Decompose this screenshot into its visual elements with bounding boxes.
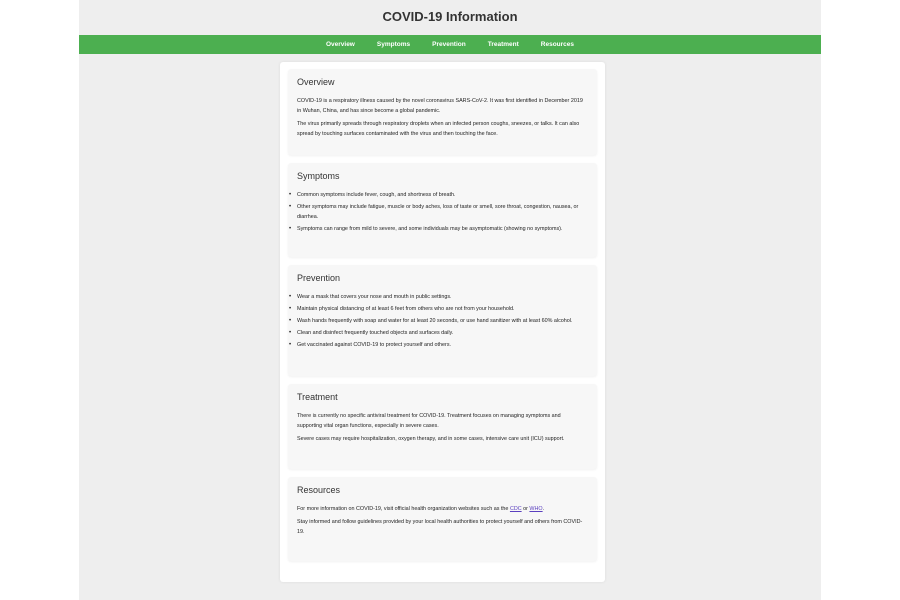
nav-link-resources[interactable]: Resources [541, 41, 574, 48]
section-title-prevention: Prevention [297, 273, 341, 283]
resources-paragraph: For more information on COVID-19, visit … [297, 504, 587, 514]
treatment-paragraph: There is currently no specific antiviral… [297, 413, 561, 429]
resources-paragraph: Stay informed and follow guidelines prov… [297, 519, 583, 535]
section-resources: Resources For more information on COVID-… [288, 477, 597, 561]
site-header: COVID-19 Information [79, 0, 821, 35]
list-item: Wear a mask that covers your nose and mo… [289, 292, 587, 302]
main-content: Overview COVID-19 is a respiratory illne… [280, 62, 605, 582]
section-title-resources: Resources [297, 485, 341, 495]
main-navbar: Overview Symptoms Prevention Treatment R… [79, 35, 821, 54]
page-title: COVID-19 Information [382, 9, 518, 24]
symptoms-list: Common symptoms include fever, cough, an… [289, 190, 587, 234]
nav-link-prevention[interactable]: Prevention [432, 41, 466, 48]
resources-intro-text: For more information on COVID-19, visit … [297, 506, 510, 512]
section-title-symptoms: Symptoms [297, 171, 340, 181]
list-item: Symptoms can range from mild to severe, … [289, 224, 587, 234]
list-item: Maintain physical distancing of at least… [289, 304, 587, 314]
prevention-list: Wear a mask that covers your nose and mo… [289, 292, 587, 350]
section-treatment: Treatment There is currently no specific… [288, 384, 597, 469]
cdc-link[interactable]: CDC [510, 506, 522, 512]
nav-link-overview[interactable]: Overview [326, 41, 355, 48]
section-symptoms: Symptoms Common symptoms include fever, … [288, 163, 597, 257]
list-item: Clean and disinfect frequently touched o… [289, 328, 587, 338]
nav-link-symptoms[interactable]: Symptoms [377, 41, 410, 48]
list-item: Other symptoms may include fatigue, musc… [289, 202, 587, 222]
list-item: Common symptoms include fever, cough, an… [289, 190, 587, 200]
section-title-treatment: Treatment [297, 392, 338, 402]
treatment-paragraph: Severe cases may require hospitalization… [297, 436, 565, 442]
list-item: Get vaccinated against COVID-19 to prote… [289, 340, 587, 350]
nav-link-treatment[interactable]: Treatment [488, 41, 519, 48]
section-overview: Overview COVID-19 is a respiratory illne… [288, 69, 597, 155]
list-item: Wash hands frequently with soap and wate… [289, 316, 587, 326]
who-link[interactable]: WHO [529, 506, 542, 512]
overview-paragraph: COVID-19 is a respiratory illness caused… [297, 98, 583, 114]
resources-period: . [542, 506, 545, 512]
section-prevention: Prevention Wear a mask that covers your … [288, 265, 597, 376]
overview-paragraph: The virus primarily spreads through resp… [297, 121, 580, 137]
section-title-overview: Overview [297, 77, 335, 87]
